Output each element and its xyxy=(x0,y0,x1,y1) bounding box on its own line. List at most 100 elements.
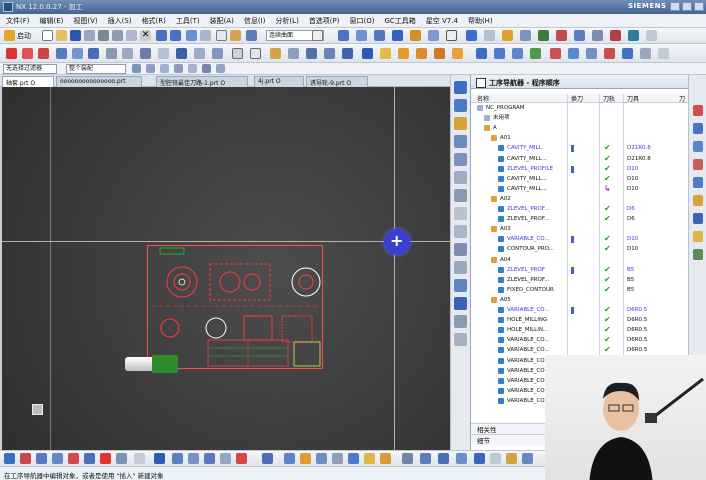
machine-tool-icon[interactable] xyxy=(454,153,467,166)
bottom-tool-24-icon[interactable] xyxy=(402,453,413,464)
verify-icon[interactable] xyxy=(398,48,409,59)
replay-icon[interactable] xyxy=(380,48,391,59)
operation-row[interactable]: A xyxy=(471,123,681,133)
endpoint-icon[interactable] xyxy=(160,64,169,73)
assembly-navigator-icon[interactable] xyxy=(454,225,467,238)
shade-icon[interactable] xyxy=(374,30,385,41)
operation-row[interactable]: A05 xyxy=(471,295,681,305)
color-icon[interactable] xyxy=(446,30,457,41)
intersection-icon[interactable] xyxy=(202,64,211,73)
quadrant-icon[interactable] xyxy=(216,64,225,73)
tab-part-1[interactable]: 轴套.prt O xyxy=(2,76,54,87)
part-navigator-icon[interactable] xyxy=(454,99,467,112)
tab-part-4[interactable]: 4j.prt O xyxy=(254,76,304,87)
copy-object-icon[interactable] xyxy=(592,30,603,41)
tab-part-3[interactable]: 型腔铣最佳刀路-1.prt O xyxy=(156,76,248,87)
settings-icon[interactable] xyxy=(454,333,467,346)
bottom-tool-10-icon[interactable] xyxy=(154,453,165,464)
operation-row[interactable]: HOLE_MILLING ✔ D6R0.5 xyxy=(471,315,681,325)
operation-row[interactable]: ZLEVEL_PROFILE ✔ D10 xyxy=(471,164,681,174)
graphics-viewport[interactable] xyxy=(2,87,450,450)
operation-row[interactable]: CAVITY_MILL ✔ D21R0.8 xyxy=(471,143,681,153)
mirror-icon[interactable] xyxy=(550,48,561,59)
part-body-3d[interactable] xyxy=(125,357,155,371)
column-path[interactable]: 刀轨 xyxy=(603,94,615,103)
display-icon[interactable] xyxy=(484,30,495,41)
operation-navigator-icon[interactable] xyxy=(454,81,467,94)
box-icon[interactable] xyxy=(250,48,261,59)
paste-icon[interactable] xyxy=(126,30,137,41)
close-button[interactable] xyxy=(694,2,704,11)
revolve-icon[interactable] xyxy=(122,48,133,59)
datum-icon[interactable] xyxy=(72,48,83,59)
wcs-handle-icon[interactable] xyxy=(384,229,410,255)
line-icon[interactable] xyxy=(6,48,17,59)
options-icon[interactable] xyxy=(658,48,669,59)
shop-doc-icon[interactable] xyxy=(452,48,463,59)
part-icon[interactable] xyxy=(628,30,639,41)
bottom-tool-14-icon[interactable] xyxy=(220,453,231,464)
operation-row[interactable]: A02 xyxy=(471,194,681,204)
measure-icon[interactable] xyxy=(520,30,531,41)
operation-row[interactable]: A01 xyxy=(471,133,681,143)
bottom-tool-19-icon[interactable] xyxy=(316,453,327,464)
column-name[interactable]: 名称 xyxy=(477,94,489,103)
snap-point-icon[interactable] xyxy=(146,64,155,73)
part-fixture-3d[interactable] xyxy=(152,355,178,373)
bottom-tool-27-icon[interactable] xyxy=(456,453,467,464)
web-browser-icon[interactable] xyxy=(454,171,467,184)
menu-assembly[interactable]: 装配(A) xyxy=(210,16,234,26)
fit-icon[interactable] xyxy=(230,30,241,41)
export-icon[interactable] xyxy=(622,48,633,59)
bottom-tool-31-icon[interactable] xyxy=(522,453,533,464)
bottom-tool-21-icon[interactable] xyxy=(348,453,359,464)
menu-file[interactable]: 文件(F) xyxy=(6,16,30,26)
system-scenes-icon[interactable] xyxy=(454,207,467,220)
bottom-tool-12-icon[interactable] xyxy=(188,453,199,464)
sketch-icon[interactable] xyxy=(88,48,99,59)
bottom-tool-22-icon[interactable] xyxy=(364,453,375,464)
view-settings-icon[interactable] xyxy=(454,297,467,310)
palette-item-4-icon[interactable] xyxy=(693,159,703,170)
geometry-view-icon[interactable] xyxy=(512,48,523,59)
copy-icon[interactable] xyxy=(112,30,123,41)
wcs-icon[interactable] xyxy=(466,30,477,41)
render-icon[interactable] xyxy=(410,30,421,41)
minimize-button[interactable] xyxy=(670,2,680,11)
bottom-tool-30-icon[interactable] xyxy=(506,453,517,464)
hole-icon[interactable] xyxy=(140,48,151,59)
menu-format[interactable]: 格式(R) xyxy=(142,16,166,26)
midpoint-icon[interactable] xyxy=(174,64,183,73)
operation-row[interactable]: VARIABLE_CO... ✔ D10 xyxy=(471,234,681,244)
operation-row[interactable]: ZLEVEL_PROF... ✔ D6 xyxy=(471,214,681,224)
rect-icon[interactable] xyxy=(232,48,243,59)
operation-row[interactable]: ZLEVEL_PROF ✔ B5 xyxy=(471,265,681,275)
bottom-tool-6-icon[interactable] xyxy=(84,453,95,464)
create-program-icon[interactable] xyxy=(270,48,281,59)
bottom-tool-7-icon[interactable] xyxy=(100,453,111,464)
operation-row[interactable]: CAVITY_MILL... ✔ D10 xyxy=(471,174,681,184)
new-icon[interactable] xyxy=(42,30,53,41)
plane-icon[interactable] xyxy=(56,48,67,59)
operation-row[interactable]: VARIABLE_CO... ✔ D6R0.5 xyxy=(471,345,681,355)
edit-object-icon[interactable] xyxy=(586,48,597,59)
open-icon[interactable] xyxy=(56,30,67,41)
trim-icon[interactable] xyxy=(176,48,187,59)
point-icon[interactable] xyxy=(38,48,49,59)
tool-view-icon[interactable] xyxy=(494,48,505,59)
operation-row[interactable]: FIXED_CONTOUR ✔ B5 xyxy=(471,285,681,295)
bottom-tool-1-icon[interactable] xyxy=(4,453,15,464)
operation-row[interactable]: NC_PROGRAM xyxy=(471,103,681,113)
operation-row[interactable]: CAVITY_MILL... ✔ D21R0.8 xyxy=(471,154,681,164)
column-tool[interactable]: 刀具 xyxy=(627,94,639,103)
bottom-tool-29-icon[interactable] xyxy=(490,453,501,464)
bottom-tool-11-icon[interactable] xyxy=(172,453,183,464)
blend-icon[interactable] xyxy=(158,48,169,59)
layer-settings-icon[interactable] xyxy=(454,279,467,292)
pattern-icon[interactable] xyxy=(212,48,223,59)
operation-row[interactable]: HOLE_MILLIN... ✔ D6R0.5 xyxy=(471,325,681,335)
bottom-tool-8-icon[interactable] xyxy=(116,453,127,464)
select-icon[interactable] xyxy=(132,64,141,73)
bottom-tool-17-icon[interactable] xyxy=(284,453,295,464)
analysis-icon[interactable] xyxy=(538,30,549,41)
